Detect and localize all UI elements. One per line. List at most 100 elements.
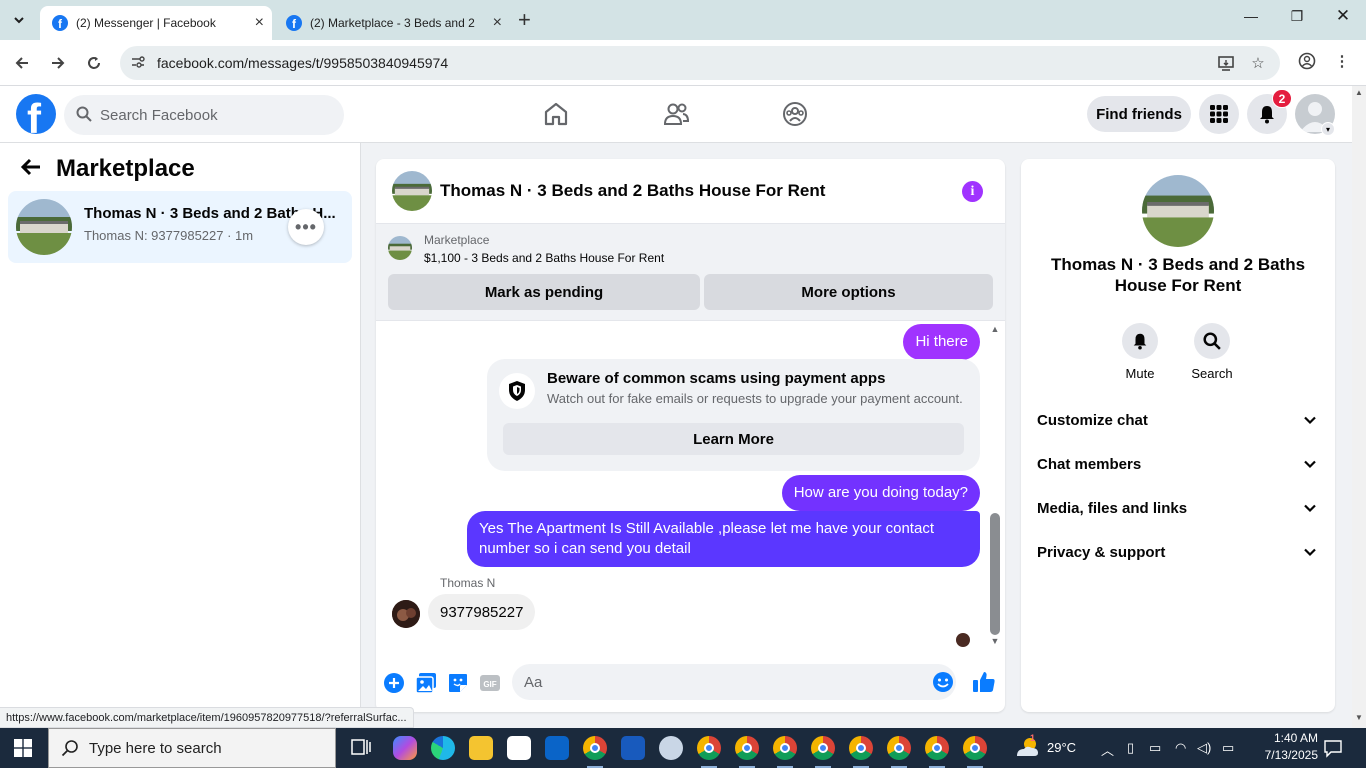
emoji-icon[interactable] <box>932 671 954 693</box>
chrome-icon[interactable] <box>583 736 607 768</box>
scroll-down-arrow[interactable]: ▼ <box>989 636 1001 646</box>
section-customize-chat[interactable]: Customize chat <box>1021 399 1335 443</box>
bookmark-star-icon[interactable]: ☆ <box>1248 54 1268 74</box>
page-scrollbar[interactable]: ▲ ▼ <box>1352 86 1366 728</box>
scroll-up-arrow[interactable]: ▲ <box>989 324 1001 334</box>
home-nav[interactable] <box>540 98 572 130</box>
clock-time[interactable]: 1:40 AM <box>1260 731 1318 745</box>
clock-date[interactable]: 7/13/2025 <box>1252 748 1318 762</box>
chrome-profile-icon[interactable] <box>773 736 797 768</box>
mark-as-pending-button[interactable]: Mark as pending <box>388 274 700 310</box>
outgoing-message[interactable]: Hi there <box>903 324 980 360</box>
sender-avatar[interactable] <box>392 600 420 628</box>
outlook-icon[interactable] <box>545 736 569 760</box>
keyboard-icon[interactable]: ▭ <box>1222 740 1234 756</box>
reload-button[interactable] <box>81 50 107 76</box>
forward-button[interactable] <box>45 50 71 76</box>
edge-icon[interactable] <box>431 736 455 760</box>
facebook-search[interactable] <box>64 95 344 135</box>
image-icon[interactable] <box>415 672 437 694</box>
site-info-icon[interactable] <box>130 54 146 70</box>
chrome-profile-icon[interactable] <box>849 736 873 768</box>
friends-nav[interactable] <box>660 98 692 130</box>
section-chat-members[interactable]: Chat members <box>1021 443 1335 487</box>
listing-description[interactable]: $1,100 - 3 Beds and 2 Baths House For Re… <box>424 251 664 265</box>
mute-action[interactable]: Mute <box>1110 323 1170 381</box>
device-icon[interactable]: ▯ <box>1127 740 1134 756</box>
facebook-logo[interactable]: f <box>16 94 56 134</box>
tab-title: (2) Messenger | Facebook <box>76 16 216 30</box>
battery-icon[interactable]: ▭ <box>1149 740 1161 756</box>
windows-taskbar: Type here to search 1 29°C ︿ ▯ ▭ ◠ ◁) ▭ … <box>0 728 1366 768</box>
microsoft-store-icon[interactable] <box>507 736 531 760</box>
back-button[interactable] <box>9 50 35 76</box>
listing-bar: Marketplace $1,100 - 3 Beds and 2 Baths … <box>376 224 1005 321</box>
search-icon <box>76 106 92 122</box>
task-view-icon[interactable] <box>349 736 373 760</box>
scroll-down-arrow[interactable]: ▼ <box>1355 713 1363 722</box>
install-app-icon[interactable] <box>1216 54 1236 74</box>
back-arrow-icon[interactable] <box>20 157 42 183</box>
browser-menu-icon[interactable]: ⋮ <box>1332 52 1352 72</box>
chevron-up-icon[interactable]: ︿ <box>1101 740 1114 759</box>
message-input[interactable] <box>524 664 914 700</box>
sticker-icon[interactable] <box>447 672 469 694</box>
section-privacy-support[interactable]: Privacy & support <box>1021 531 1335 575</box>
chrome-profile-icon[interactable] <box>887 736 911 768</box>
copilot-icon[interactable] <box>393 736 417 760</box>
profile-icon[interactable] <box>1297 52 1317 72</box>
chrome-profile-icon[interactable] <box>811 736 835 768</box>
groups-nav[interactable] <box>779 98 811 130</box>
more-options-button[interactable]: More options <box>704 274 993 310</box>
url-text: facebook.com/messages/t/9958503840945974 <box>157 55 449 71</box>
chrome-profile-icon[interactable] <box>963 736 987 768</box>
conversation-info-panel: Thomas N · 3 Beds and 2 Baths House For … <box>1021 159 1335 712</box>
learn-more-button[interactable]: Learn More <box>503 423 964 455</box>
outgoing-message[interactable]: Yes The Apartment Is Still Available ,pl… <box>467 511 980 567</box>
close-tab-icon[interactable]: × <box>493 14 502 32</box>
search-input[interactable] <box>100 95 330 135</box>
restore-button[interactable]: ❐ <box>1274 8 1320 25</box>
close-window-button[interactable]: ✕ <box>1320 6 1366 26</box>
scroll-up-arrow[interactable]: ▲ <box>1355 88 1363 97</box>
home-icon <box>544 102 568 126</box>
tab-marketplace[interactable]: f (2) Marketplace - 3 Beds and 2 B × <box>274 6 510 40</box>
address-bar[interactable]: facebook.com/messages/t/9958503840945974… <box>120 46 1280 80</box>
info-icon[interactable]: i <box>962 181 983 202</box>
chevron-down-icon <box>14 17 24 24</box>
link-status-bar: https://www.facebook.com/marketplace/ite… <box>0 707 414 728</box>
close-tab-icon[interactable]: × <box>255 14 264 32</box>
chat-title[interactable]: Thomas N · 3 Beds and 2 Baths House For … <box>440 181 825 201</box>
tab-messenger[interactable]: f (2) Messenger | Facebook × <box>40 6 272 40</box>
section-media-files-links[interactable]: Media, files and links <box>1021 487 1335 531</box>
chrome-profile-icon[interactable] <box>697 736 721 768</box>
bell-icon <box>1260 106 1274 124</box>
taskbar-search[interactable]: Type here to search <box>48 728 336 768</box>
gif-icon[interactable]: GIF <box>479 672 501 694</box>
app-icon[interactable] <box>659 736 683 760</box>
incoming-message[interactable]: 9377985227 <box>428 594 536 630</box>
notification-center-icon[interactable] <box>1323 738 1343 758</box>
file-explorer-icon[interactable] <box>469 736 493 760</box>
weather-icon[interactable] <box>1013 736 1043 760</box>
chat-thumbnail[interactable] <box>392 171 432 211</box>
thumbs-up-icon[interactable] <box>972 670 996 694</box>
plus-circle-icon[interactable] <box>383 672 405 694</box>
find-friends-button[interactable]: Find friends <box>1087 96 1191 132</box>
conversation-item[interactable]: Thomas N · 3 Beds and 2 Baths H... Thoma… <box>8 191 352 263</box>
volume-icon[interactable]: ◁) <box>1197 740 1211 756</box>
more-options-button[interactable]: ••• <box>288 209 324 245</box>
chrome-profile-icon[interactable] <box>735 736 759 768</box>
word-icon[interactable] <box>621 736 645 760</box>
wifi-icon[interactable]: ◠ <box>1175 740 1186 756</box>
new-tab-button[interactable]: + <box>518 8 531 32</box>
menu-button[interactable] <box>1199 94 1239 134</box>
minimize-button[interactable]: — <box>1228 8 1274 24</box>
message-scrollbar-thumb[interactable] <box>990 513 1000 635</box>
tab-search-button[interactable] <box>6 8 32 32</box>
outgoing-message[interactable]: How are you doing today? <box>781 475 980 511</box>
search-action[interactable]: Search <box>1182 323 1242 381</box>
message-composer: GIF <box>376 659 1005 712</box>
chrome-profile-icon[interactable] <box>925 736 949 768</box>
windows-start-icon[interactable] <box>14 739 32 757</box>
